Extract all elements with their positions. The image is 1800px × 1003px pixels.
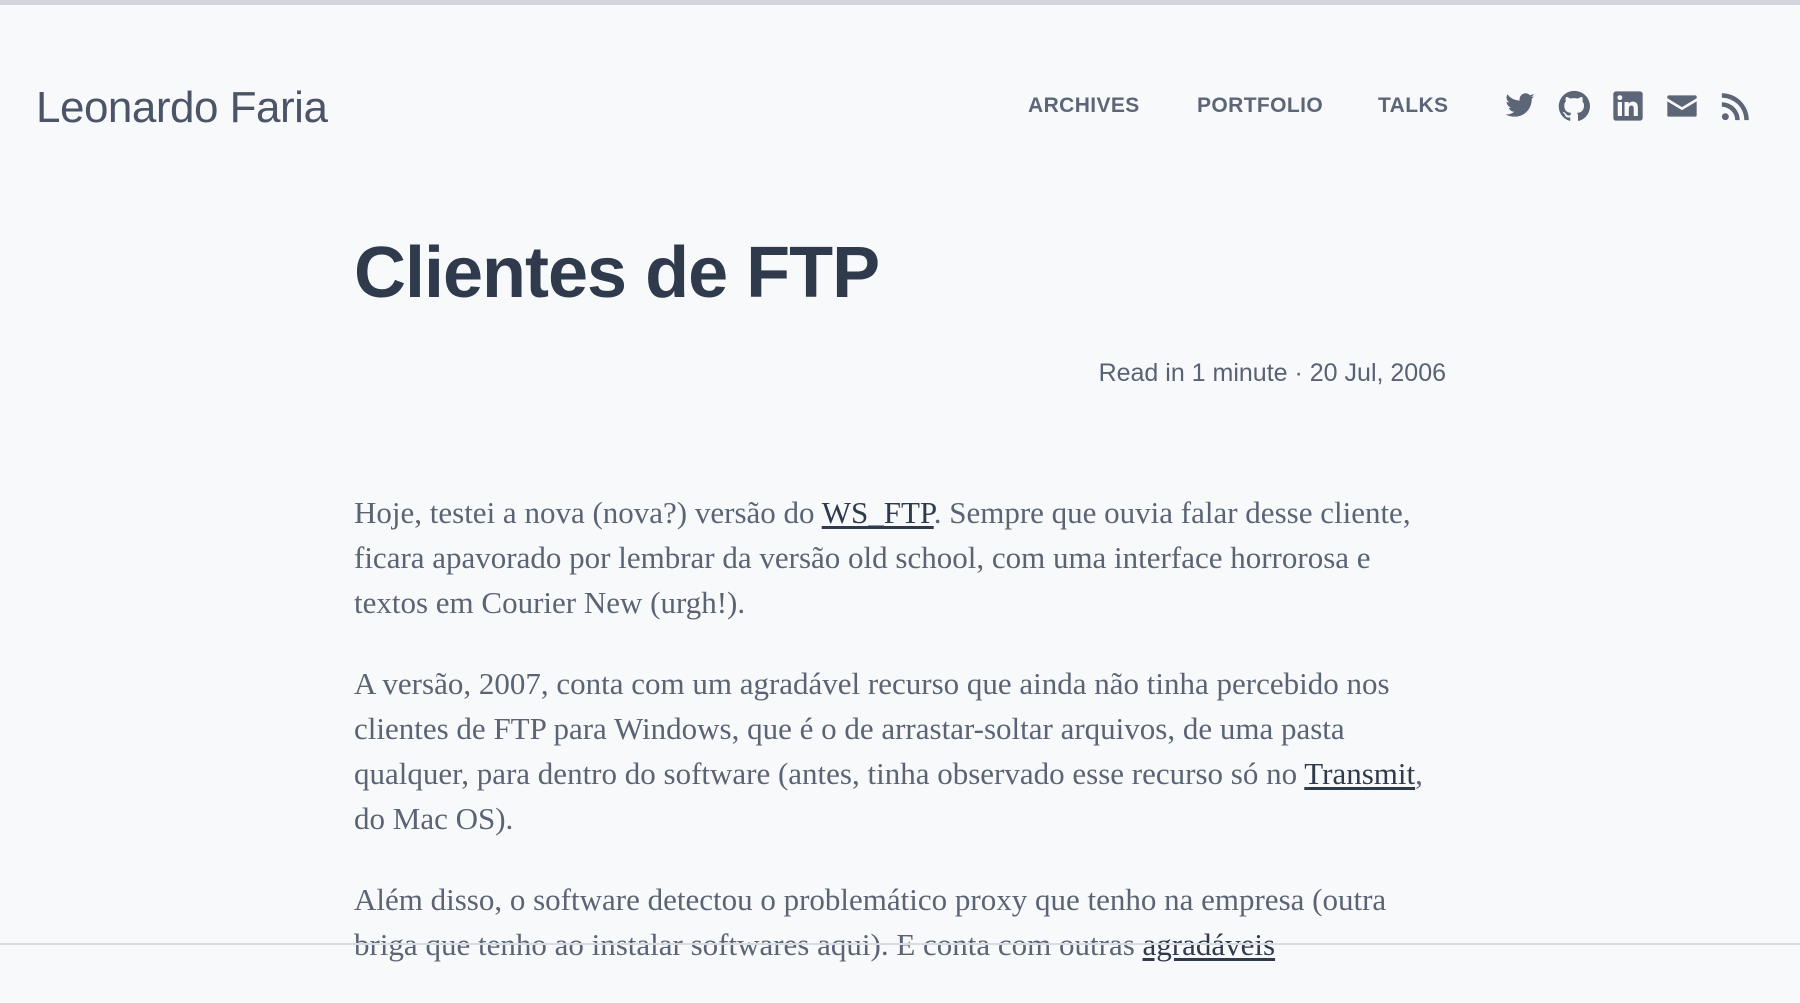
github-icon[interactable] [1558,90,1590,122]
post-title: Clientes de FTP [354,233,880,313]
site-title-link[interactable]: Leonardo Faria [36,78,328,138]
paragraph-2: A versão, 2007, conta com um agradável r… [354,661,1446,841]
post-body: Hoje, testei a nova (nova?) versão do WS… [354,490,1446,1003]
post-meta: Read in 1 minute · 20 Jul, 2006 [1098,359,1446,387]
paragraph-1: Hoje, testei a nova (nova?) versão do WS… [354,490,1446,625]
nav-item-archives[interactable]: ARCHIVES [1028,92,1140,120]
ws-ftp-link[interactable]: WS_FTP [822,495,934,530]
transmit-link[interactable]: Transmit [1304,756,1415,791]
nav-item-portfolio[interactable]: PORTFOLIO [1197,92,1323,120]
nav-item-talks[interactable]: TALKS [1378,92,1448,120]
paragraph-text: A versão, 2007, conta com um agradável r… [354,666,1390,791]
rss-icon[interactable] [1720,90,1752,122]
twitter-icon[interactable] [1504,90,1536,122]
email-icon[interactable] [1666,90,1698,122]
paragraph-3: Além disso, o software detectou o proble… [354,877,1446,967]
paragraph-text: Hoje, testei a nova (nova?) versão do [354,495,822,530]
site-header: Leonardo Faria ARCHIVES PORTFOLIO TALKS [0,0,1800,190]
linkedin-icon[interactable] [1612,90,1644,122]
